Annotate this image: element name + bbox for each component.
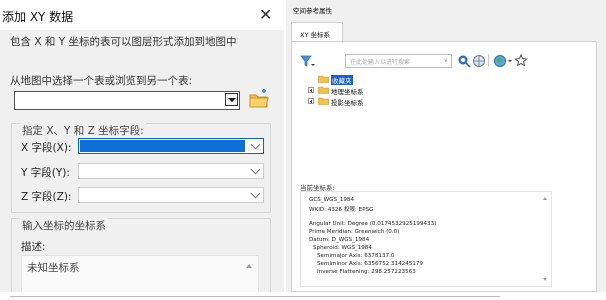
globe-icon[interactable] bbox=[472, 54, 486, 68]
detail-line: Spheroid: WGS_1984 bbox=[313, 245, 372, 251]
tree-item-label: 地理坐标系 bbox=[331, 88, 364, 96]
coordinate-system-group-title: 输入坐标的坐标系 bbox=[20, 218, 108, 233]
scroll-down-icon[interactable] bbox=[543, 278, 547, 281]
toolbar-separator bbox=[488, 54, 489, 67]
z-field-label: Z 字段(Z): bbox=[21, 191, 72, 203]
search-icon[interactable] bbox=[457, 54, 471, 68]
dialog-description: 包含 X 和 Y 坐标的表可以图层形式添加到地图中 bbox=[10, 36, 237, 48]
filter-icon[interactable] bbox=[300, 54, 316, 68]
scroll-up-icon[interactable] bbox=[543, 197, 547, 200]
tab-xy-coordinate-system[interactable]: XY 坐标系 bbox=[291, 22, 343, 42]
coordinate-system-panel: 在此处输入以进行搜索 ∨ 收藏夹 地理坐标系 投影坐标系 当前坐标系: GCS_… bbox=[291, 41, 597, 292]
coordinate-system-tree: 收藏夹 地理坐标系 投影坐标系 bbox=[308, 75, 588, 140]
chevron-down-icon bbox=[250, 139, 261, 150]
expand-plus-icon[interactable] bbox=[308, 87, 314, 93]
search-placeholder: 在此处输入以进行搜索 bbox=[350, 59, 411, 66]
bottom-divider bbox=[10, 296, 500, 297]
expand-plus-icon[interactable] bbox=[308, 98, 314, 104]
add-xy-data-dialog: 添加 XY 数据 ✕ 包含 X 和 Y 坐标的表可以图层形式添加到地图中 从地图… bbox=[0, 0, 284, 292]
folder-icon bbox=[318, 97, 329, 105]
detail-line: Prime Meridian: Greenwich (0.0) bbox=[309, 229, 400, 235]
y-field-label: Y 字段(Y): bbox=[21, 167, 70, 179]
spatial-reference-dialog: 空间参考属性 XY 坐标系 在此处输入以进行搜索 ∨ 收藏夹 地理坐标系 投影坐… bbox=[286, 0, 606, 292]
detail-line: Semiminor Axis: 6356752.314245179 bbox=[317, 261, 424, 267]
tab-label: XY 坐标系 bbox=[300, 31, 330, 39]
chevron-down-icon bbox=[250, 164, 261, 175]
dialog-titlebar: 添加 XY 数据 ✕ bbox=[0, 0, 284, 30]
search-input[interactable]: 在此处输入以进行搜索 ∨ bbox=[345, 54, 452, 68]
add-star-icon[interactable] bbox=[514, 54, 528, 68]
z-field-select[interactable] bbox=[78, 187, 264, 203]
chevron-down-icon bbox=[250, 188, 261, 199]
choose-table-label: 从地图中选择一个表或浏览到另一个表: bbox=[10, 75, 193, 87]
x-field-label: X 字段(X): bbox=[21, 142, 72, 154]
table-select[interactable] bbox=[14, 91, 240, 110]
scroll-up-icon[interactable] bbox=[246, 264, 252, 268]
detail-line: Datum: D_WGS_1984 bbox=[309, 237, 370, 243]
spatial-reference-title: 空间参考属性 bbox=[293, 7, 332, 15]
tree-item-label: 投影坐标系 bbox=[331, 99, 364, 107]
detail-line: WKID: 4326 权限: EPSG bbox=[309, 207, 374, 213]
description-label: 描述: bbox=[21, 241, 46, 253]
tab-bar: XY 坐标系 bbox=[286, 20, 606, 42]
browse-folder-icon[interactable] bbox=[248, 89, 270, 109]
fields-group-title: 指定 X、Y 和 Z 坐标字段: bbox=[20, 123, 146, 138]
x-field-select[interactable] bbox=[78, 138, 264, 154]
chevron-down-icon[interactable]: ∨ bbox=[444, 57, 448, 64]
y-field-select[interactable] bbox=[78, 163, 264, 179]
coordinate-system-details[interactable]: GCS_WGS_1984 WKID: 4326 权限: EPSG Angular… bbox=[300, 191, 552, 287]
tree-item-label: 收藏夹 bbox=[331, 75, 353, 85]
detail-line: GCS_WGS_1984 bbox=[309, 197, 355, 203]
earth-options-icon[interactable] bbox=[493, 54, 513, 68]
x-field-selection bbox=[80, 140, 245, 152]
dropdown-arrow-icon[interactable] bbox=[225, 93, 238, 106]
coordinate-description-box[interactable]: 未知坐标系 bbox=[21, 255, 259, 292]
detail-line: Semimajor Axis: 6378137.0 bbox=[317, 253, 395, 259]
folder-icon bbox=[318, 75, 329, 83]
folder-icon bbox=[318, 86, 329, 94]
bottom-strip bbox=[0, 293, 606, 300]
detail-line: Inverse Flattening: 298.257223563 bbox=[317, 269, 416, 275]
coordinate-description-value: 未知坐标系 bbox=[27, 262, 80, 274]
detail-line: Angular Unit: Degree (0.0174532925199433… bbox=[309, 221, 437, 227]
close-icon[interactable]: ✕ bbox=[259, 5, 272, 24]
dialog-title: 添加 XY 数据 bbox=[2, 10, 74, 24]
